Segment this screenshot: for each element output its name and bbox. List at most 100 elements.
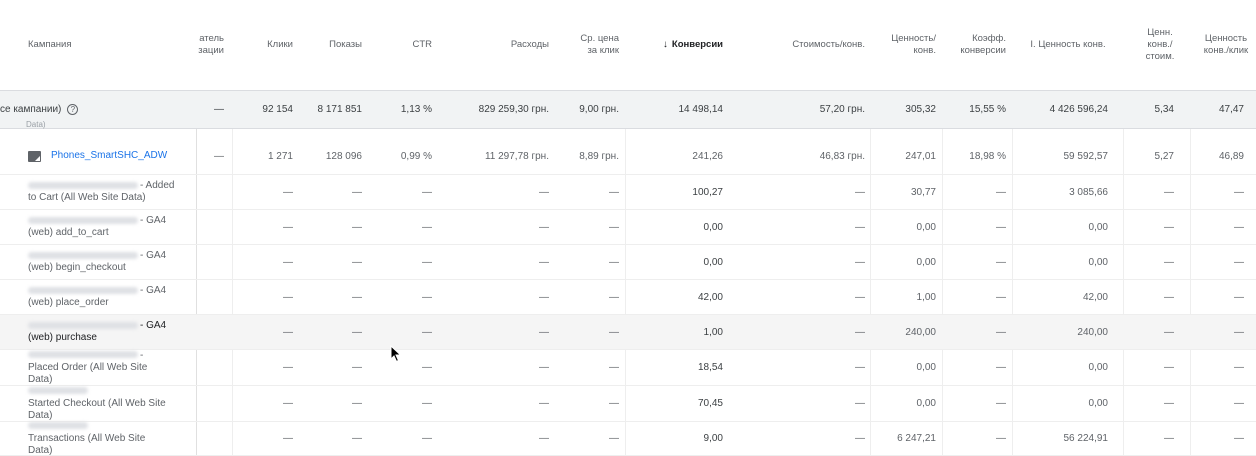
redacted-account-name <box>28 181 138 189</box>
campaign-table: Кампания атель зации Клики Показы CTR Рас… <box>0 0 1256 456</box>
cell-ctr: — <box>422 221 432 233</box>
cell-conv-value: 0,00 <box>1088 398 1108 409</box>
conversion-action-name: - Added to Cart (All Web Site Data) <box>28 175 178 209</box>
campaign-conv-value: 59 592,57 <box>1063 150 1109 162</box>
header-conv-value[interactable]: I. Ценность конв. <box>1014 0 1122 90</box>
cell-conversions: 42,00 <box>697 291 723 303</box>
cell-cost: — <box>539 186 549 198</box>
table-row[interactable]: - GA4 (web) add_to_cart — — — — — 0,00 — 0,00 — 0,0… <box>0 210 1256 245</box>
campaign-link[interactable]: Phones_SmartSHC_ADW <box>51 150 167 162</box>
conversion-action-label: Started Checkout (All Web Site <box>28 397 166 409</box>
cell-optimization <box>176 350 224 385</box>
cell-value-per-click: — <box>1234 186 1244 198</box>
redacted-account-name <box>28 251 138 259</box>
table-row[interactable]: - Placed Order (All Web Site Data) — — — — — 18,… <box>0 350 1256 386</box>
header-cost-per-conv[interactable]: Стоимость/конв. <box>730 0 865 90</box>
cell-value-per-click: — <box>1234 221 1244 233</box>
table-row[interactable]: - GA4 (web) purchase — — — — — 1,00 — 240,00 — 240,… <box>0 315 1256 350</box>
cell-optimization <box>176 280 224 314</box>
conversion-action-label: - GA4 <box>140 285 167 296</box>
cell-ctr: — <box>422 326 432 338</box>
cell-ctr: — <box>422 398 432 409</box>
cell-conversions: 0,00 <box>703 221 723 233</box>
header-value-per-conv[interactable]: Ценность/конв. <box>872 0 936 90</box>
help-circle-icon[interactable]: ? <box>67 104 79 115</box>
header-avg-cpc[interactable]: Ср. цена за клик <box>556 0 619 90</box>
total-conversions: 14 498,14 <box>678 104 724 115</box>
conversion-action-name: Transactions (All Web Site Data) <box>28 422 178 456</box>
campaign-icon <box>28 150 41 162</box>
mouse-cursor-icon <box>390 345 402 363</box>
conversion-action-label: Data) <box>28 444 53 456</box>
cell-impressions: — <box>352 186 362 198</box>
total-clicks: 92 154 <box>262 104 293 115</box>
conversion-action-label: - GA4 <box>140 250 167 261</box>
conversion-action-label: - Added <box>140 180 175 191</box>
table-row[interactable]: - GA4 (web) place_order — — — — — 42,00 — 1,00 — 42… <box>0 280 1256 315</box>
cell-conv-value: 3 085,66 <box>1069 186 1108 198</box>
campaign-row[interactable]: Phones_SmartSHC_ADW — 1 271 128 096 0,99… <box>0 138 1256 175</box>
conversion-action-label: (web) begin_checkout <box>28 262 126 273</box>
cell-conv-rate: — <box>996 398 1006 409</box>
campaign-impressions: 128 096 <box>325 150 362 162</box>
cell-clicks: — <box>283 256 293 268</box>
table-row[interactable]: Started Checkout (All Web Site Data) — — — — —… <box>0 386 1256 422</box>
header-clicks[interactable]: Клики <box>240 0 293 90</box>
cell-cost-per-conv: — <box>855 221 865 233</box>
table-header: Кампания атель зации Клики Показы CTR Рас… <box>0 0 1256 91</box>
conversion-action-name: Started Checkout (All Web Site Data) <box>28 386 178 421</box>
cell-conv-rate: — <box>996 256 1006 268</box>
cell-clicks: — <box>283 326 293 338</box>
conversion-action-label: - GA4 <box>140 215 167 226</box>
cell-conversions: 9,00 <box>703 433 723 444</box>
cell-value-per-conv: 30,77 <box>910 186 936 198</box>
cell-clicks: — <box>283 221 293 233</box>
cell-value-per-conv: 0,00 <box>916 256 936 268</box>
table-row[interactable]: Transactions (All Web Site Data) — — — — — 9,00… <box>0 422 1256 456</box>
total-optimization: — <box>214 104 224 115</box>
redacted-account-name <box>28 216 138 224</box>
table-row[interactable]: - Added to Cart (All Web Site Data) — — — — — 1… <box>0 175 1256 210</box>
conversion-action-label: to Cart (All Web Site Data) <box>28 192 146 203</box>
header-value-per-cost[interactable]: Ценн. конв./стоим. <box>1132 0 1188 90</box>
cell-avg-cpc: — <box>609 362 619 373</box>
header-optimization[interactable]: атель зации <box>176 0 224 90</box>
header-cost[interactable]: Расходы <box>440 0 549 90</box>
redacted-account-name <box>28 286 138 294</box>
cell-impressions: — <box>352 326 362 338</box>
cell-value-per-conv: 6 247,21 <box>897 433 936 444</box>
cell-value-per-cost: — <box>1164 221 1174 233</box>
table-row[interactable]: - GA4 (web) begin_checkout — — — — — 0,00 — 0,00 —… <box>0 245 1256 280</box>
cell-value-per-conv: 0,00 <box>916 362 936 373</box>
cell-conversions: 18,54 <box>697 362 723 373</box>
cell-impressions: — <box>352 221 362 233</box>
cell-value-per-conv: 0,00 <box>916 221 936 233</box>
conversion-action-label: - <box>140 349 144 361</box>
header-conv-rate[interactable]: Коэфф. конверсии <box>944 0 1006 90</box>
cell-value-per-click: — <box>1234 398 1244 409</box>
cell-clicks: — <box>283 433 293 444</box>
cell-cost-per-conv: — <box>855 433 865 444</box>
campaign-clicks: 1 271 <box>267 150 293 162</box>
arrow-down-icon: ↓ <box>662 39 668 50</box>
cell-clicks: — <box>283 186 293 198</box>
cell-value-per-cost: — <box>1164 186 1174 198</box>
cell-ctr: — <box>422 256 432 268</box>
total-row: се кампании)? — 92 154 8 171 851 1,13 % … <box>0 91 1256 129</box>
cell-conv-value: 240,00 <box>1077 326 1108 338</box>
header-value-per-click[interactable]: Ценность конв./клик <box>1196 0 1256 90</box>
cell-cost: — <box>539 221 549 233</box>
cell-conv-value: 42,00 <box>1082 291 1108 303</box>
header-impressions[interactable]: Показы <box>300 0 362 90</box>
total-conv-rate: 15,55 % <box>969 104 1006 115</box>
cell-ctr: — <box>422 433 432 444</box>
cell-conv-value: 0,00 <box>1088 362 1108 373</box>
cell-ctr: — <box>422 186 432 198</box>
cell-value-per-cost: — <box>1164 362 1174 373</box>
header-conversions[interactable]: ↓ Конверсии <box>630 0 723 90</box>
cell-impressions: — <box>352 256 362 268</box>
header-ctr[interactable]: CTR <box>370 0 432 90</box>
cell-avg-cpc: — <box>609 186 619 198</box>
redacted-account-name <box>28 387 88 395</box>
header-campaign[interactable]: Кампания <box>28 0 148 90</box>
